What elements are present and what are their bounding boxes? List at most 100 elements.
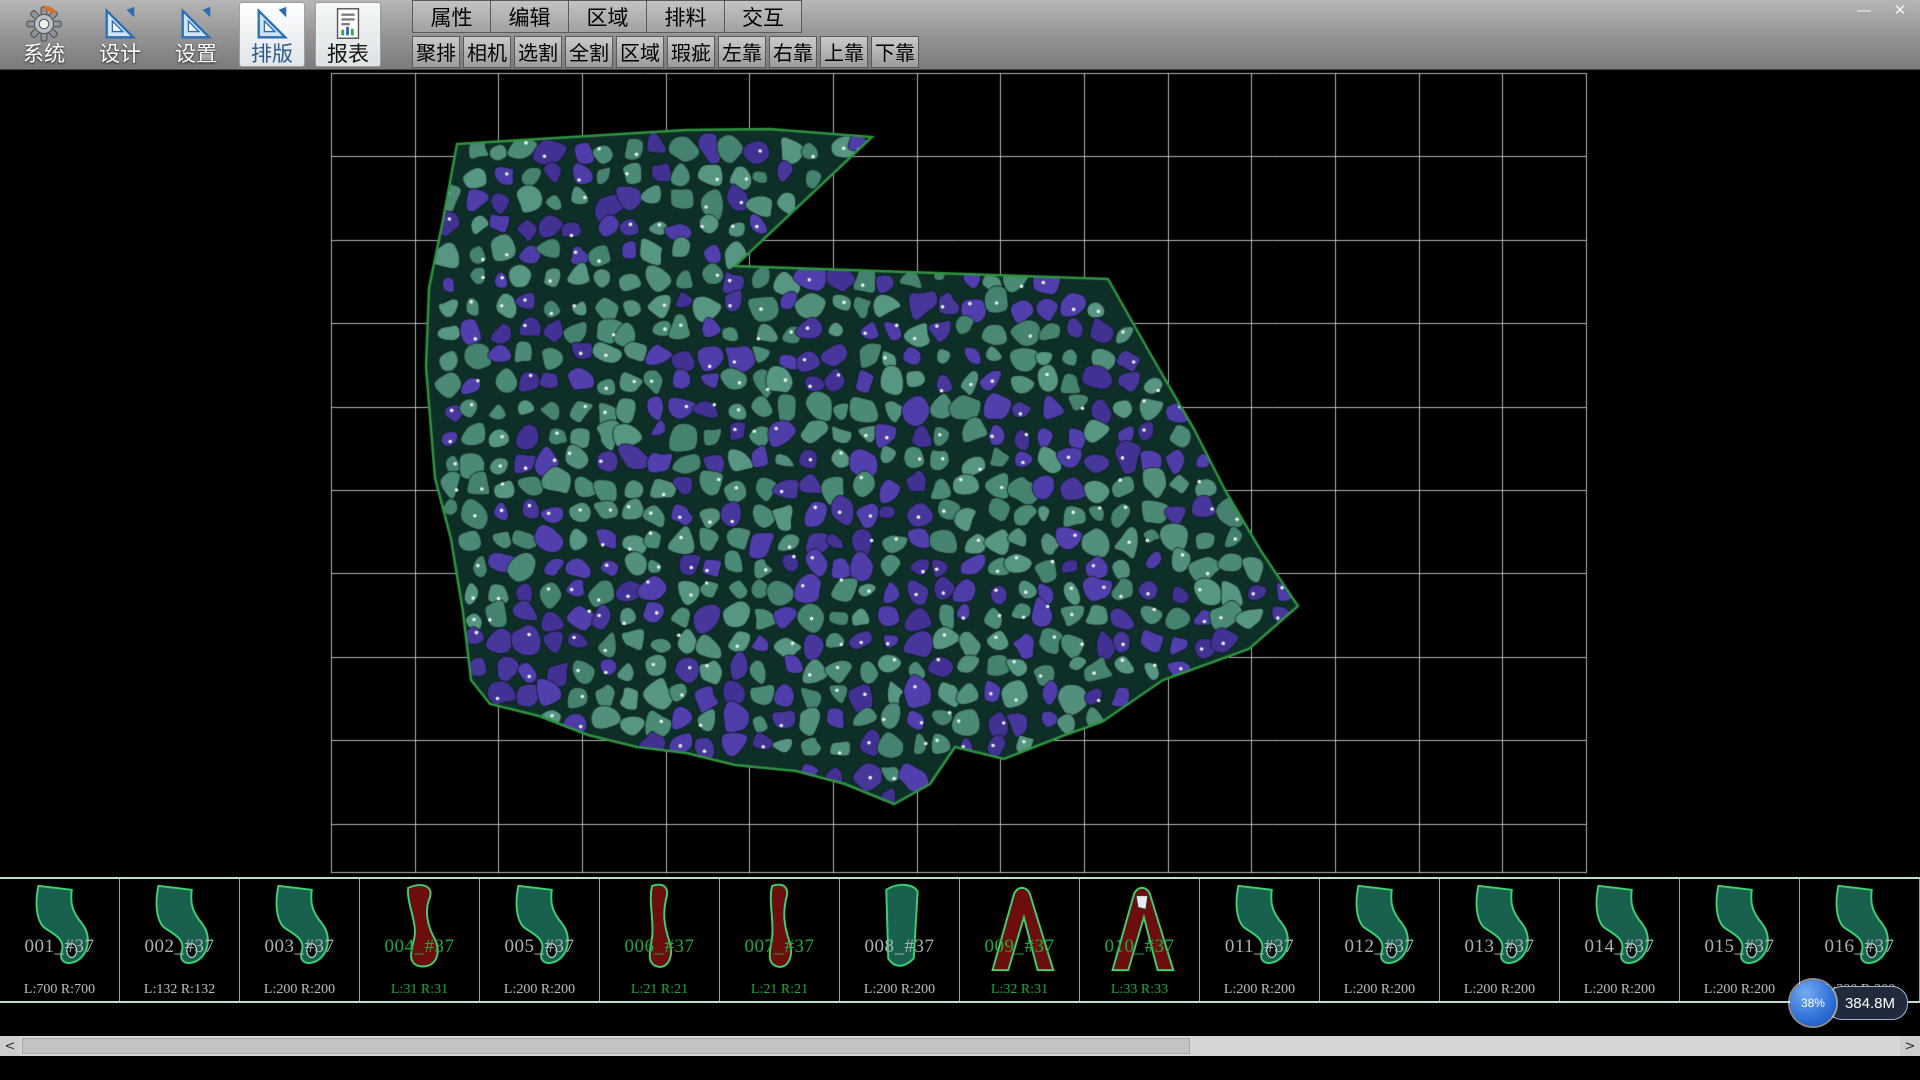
menu-tab-nest[interactable]: 排料 bbox=[646, 0, 724, 33]
tool-button-align-top[interactable]: 上靠 bbox=[820, 36, 868, 68]
part-thumbnail-014_#37[interactable]: 014_#37 L:200 R:200 bbox=[1560, 879, 1680, 1001]
scroll-right-arrow[interactable]: > bbox=[1900, 1036, 1920, 1056]
tool-button-cluster-nest[interactable]: 聚排 bbox=[412, 36, 460, 68]
nesting-workspace bbox=[0, 70, 1920, 877]
part-shape bbox=[137, 880, 223, 978]
menu-tab-edit[interactable]: 编辑 bbox=[490, 0, 568, 33]
part-counts: L:132 R:132 bbox=[120, 982, 239, 998]
part-name: 006_#37 bbox=[600, 936, 719, 958]
part-shape bbox=[257, 880, 343, 978]
part-thumbnail-001_#37[interactable]: 001_#37L:700 R:700 bbox=[0, 879, 120, 1001]
horizontal-scrollbar[interactable]: < > bbox=[0, 1036, 1920, 1056]
menu-tab-properties[interactable]: 属性 bbox=[412, 0, 490, 33]
part-thumbnail-006_#37[interactable]: 006_#37 L:21 R:21 bbox=[600, 879, 720, 1001]
report-icon bbox=[329, 5, 367, 43]
tool-button-cut-all[interactable]: 全割 bbox=[565, 36, 613, 68]
tool-button-align-right[interactable]: 右靠 bbox=[769, 36, 817, 68]
part-shape bbox=[1337, 880, 1423, 978]
part-thumbnail-004_#37[interactable]: 004_#37 L:31 R:31 bbox=[360, 879, 480, 1001]
tool-button-align-left[interactable]: 左靠 bbox=[718, 36, 766, 68]
part-name: 004_#37 bbox=[360, 936, 479, 958]
tool-button-align-bottom[interactable]: 下靠 bbox=[871, 36, 919, 68]
parts-strip: 001_#37L:700 R:700002_#37 L:132 R:132003_… bbox=[0, 877, 1920, 1003]
part-thumbnail-007_#37[interactable]: 007_#37L:21 R:21 bbox=[720, 879, 840, 1001]
part-counts: L:31 R:31 bbox=[360, 982, 479, 998]
menu-tab-interaction[interactable]: 交互 bbox=[724, 0, 802, 33]
part-shape bbox=[1457, 880, 1543, 978]
part-thumbnail-003_#37[interactable]: 003_#37L:200 R:200 bbox=[240, 879, 360, 1001]
minimize-button[interactable]: — bbox=[1852, 1, 1876, 19]
part-thumbnail-011_#37[interactable]: 011_#37 L:200 R:200 bbox=[1200, 879, 1320, 1001]
part-name: 009_#37 bbox=[960, 936, 1079, 958]
part-counts: L:21 R:21 bbox=[600, 982, 719, 998]
part-shape bbox=[857, 880, 943, 978]
part-name: 001_#37 bbox=[0, 936, 119, 958]
part-shape bbox=[1217, 880, 1303, 978]
scrollbar-thumb[interactable] bbox=[22, 1038, 1190, 1054]
part-counts: L:200 R:200 bbox=[1680, 982, 1799, 998]
part-shape bbox=[737, 880, 823, 978]
set-square-icon bbox=[101, 5, 139, 43]
part-counts: L:200 R:200 bbox=[840, 982, 959, 998]
close-button[interactable]: ✕ bbox=[1888, 1, 1912, 19]
part-thumbnail-005_#37[interactable]: 005_#37 L:200 R:200 bbox=[480, 879, 600, 1001]
part-thumbnail-010_#37[interactable]: 010_#37 L:33 R:33 bbox=[1080, 879, 1200, 1001]
part-shape bbox=[977, 880, 1063, 978]
ribbon-tab-settings[interactable]: 设置 bbox=[163, 2, 229, 67]
memory-status-badge: 38% 384.8M bbox=[1790, 980, 1908, 1026]
part-shape bbox=[377, 880, 463, 978]
tool-button-select-cut[interactable]: 选割 bbox=[514, 36, 562, 68]
part-counts: L:33 R:33 bbox=[1080, 982, 1199, 998]
nesting-canvas[interactable] bbox=[0, 70, 1920, 877]
tool-button-camera[interactable]: 相机 bbox=[463, 36, 511, 68]
scroll-left-arrow[interactable]: < bbox=[0, 1036, 20, 1056]
part-name: 015_#37 bbox=[1680, 936, 1799, 958]
part-shape bbox=[497, 880, 583, 978]
part-counts: L:200 R:200 bbox=[480, 982, 599, 998]
ribbon-tab-design[interactable]: 设计 bbox=[87, 2, 153, 67]
ribbon-tab-label: 排版 bbox=[251, 44, 293, 65]
part-name: 002_#37 bbox=[120, 936, 239, 958]
scrollbar-track[interactable] bbox=[20, 1036, 1900, 1056]
window-controls: — ✕ bbox=[1852, 1, 1912, 19]
part-counts: L:32 R:31 bbox=[960, 982, 1079, 998]
part-thumbnail-012_#37[interactable]: 012_#37L:200 R:200 bbox=[1320, 879, 1440, 1001]
ribbon-tab-label: 系统 bbox=[23, 44, 65, 65]
part-counts: L:200 R:200 bbox=[1440, 982, 1559, 998]
part-name: 014_#37 bbox=[1560, 936, 1679, 958]
menu-tab-bar: 属性 编辑 区域 排料 交互 bbox=[412, 0, 919, 33]
tool-button-bar: 聚排 相机 选割 全割 区域 瑕疵 左靠 右靠 上靠 下靠 bbox=[412, 33, 919, 69]
part-counts: L:200 R:200 bbox=[1200, 982, 1319, 998]
ribbon-tab-label: 设计 bbox=[99, 44, 141, 65]
part-counts: L:21 R:21 bbox=[720, 982, 839, 998]
part-thumbnail-002_#37[interactable]: 002_#37 L:132 R:132 bbox=[120, 879, 240, 1001]
main-icon-bar: 系统 设计 bbox=[0, 0, 386, 69]
part-thumbnail-015_#37[interactable]: 015_#37 L:200 R:200 bbox=[1680, 879, 1800, 1001]
progress-circle: 38% bbox=[1790, 980, 1836, 1026]
ribbon-tab-label: 设置 bbox=[175, 44, 217, 65]
part-counts: L:200 R:200 bbox=[240, 982, 359, 998]
ribbon-tab-label: 报表 bbox=[327, 44, 369, 65]
ribbon-tab-system[interactable]: 系统 bbox=[11, 2, 77, 67]
ribbon-tab-report[interactable]: 报表 bbox=[315, 2, 381, 67]
part-shape bbox=[617, 880, 703, 978]
part-counts: L:200 R:200 bbox=[1560, 982, 1679, 998]
menu-tab-region[interactable]: 区域 bbox=[568, 0, 646, 33]
set-square-icon bbox=[253, 5, 291, 43]
part-name: 011_#37 bbox=[1200, 936, 1319, 958]
part-shape bbox=[1097, 880, 1183, 978]
gear-icon bbox=[25, 5, 63, 43]
part-thumbnail-008_#37[interactable]: 008_#37L:200 R:200 bbox=[840, 879, 960, 1001]
part-thumbnail-009_#37[interactable]: 009_#37 L:32 R:31 bbox=[960, 879, 1080, 1001]
part-shape bbox=[1697, 880, 1783, 978]
part-thumbnail-013_#37[interactable]: 013_#37L:200 R:200 bbox=[1440, 879, 1560, 1001]
part-name: 010_#37 bbox=[1080, 936, 1199, 958]
tool-button-defect[interactable]: 瑕疵 bbox=[667, 36, 715, 68]
ribbon-tab-nesting[interactable]: 排版 bbox=[239, 2, 305, 67]
part-name: 012_#37 bbox=[1320, 936, 1439, 958]
menu-area: 属性 编辑 区域 排料 交互 聚排 相机 选割 全割 区域 瑕疵 左靠 右靠 上… bbox=[412, 0, 919, 69]
tool-button-region[interactable]: 区域 bbox=[616, 36, 664, 68]
memory-value: 384.8M bbox=[1826, 986, 1908, 1020]
part-name: 005_#37 bbox=[480, 936, 599, 958]
part-shape bbox=[1577, 880, 1663, 978]
